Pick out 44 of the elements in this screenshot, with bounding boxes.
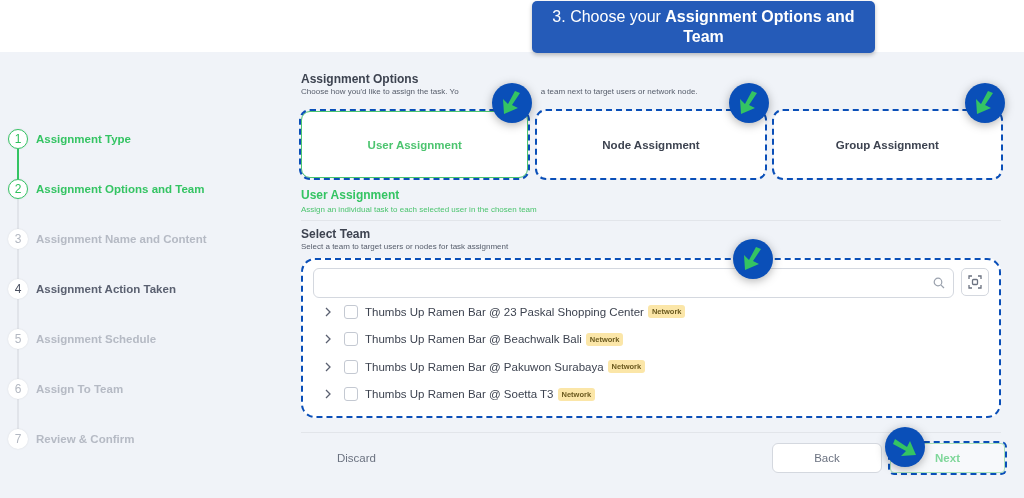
arrow-badge-icon <box>728 83 769 123</box>
section-description: Choose how you'd like to assign the task. Yo <box>301 86 459 97</box>
team-name: Thumbs Up Ramen Bar @ 23 Paskal Shopping Center <box>365 305 644 318</box>
arrow-badge-icon <box>965 83 1005 123</box>
discard-button[interactable]: Discard <box>329 448 384 468</box>
option-card[interactable]: Node Assignment <box>537 111 765 178</box>
checkbox[interactable] <box>344 304 358 319</box>
arrow-badge-icon <box>492 83 533 123</box>
step-label[interactable]: Assignment Action Taken <box>36 283 176 295</box>
scan-icon <box>968 275 982 289</box>
step-number: 2 <box>8 179 28 199</box>
section-title: Select Team <box>301 227 372 241</box>
expand-chevron-icon[interactable] <box>324 334 332 345</box>
option-card[interactable]: User Assignment <box>301 111 529 178</box>
arrow-badge-icon <box>733 239 773 279</box>
section-title: Assignment Options <box>301 72 420 86</box>
checkbox[interactable] <box>344 387 358 402</box>
team-name: Thumbs Up Ramen Bar @ Beachwalk Bali <box>365 333 582 346</box>
search-field[interactable] <box>313 268 954 298</box>
step-number: 1 <box>8 129 28 149</box>
checkbox[interactable] <box>344 359 358 374</box>
scan-button[interactable] <box>961 268 989 296</box>
option-card[interactable]: Group Assignment <box>773 111 1001 178</box>
step-number: 3 <box>8 229 28 249</box>
step-number: 7 <box>8 429 28 449</box>
expand-chevron-icon[interactable] <box>324 361 332 372</box>
step-number: 6 <box>8 379 28 399</box>
expand-chevron-icon[interactable] <box>324 389 332 400</box>
checkbox[interactable] <box>344 332 358 347</box>
section-description: a team next to target users or network node. <box>540 86 698 97</box>
selected-option-title: User Assignment <box>301 188 401 202</box>
step-number: 5 <box>8 329 28 349</box>
team-name: Thumbs Up Ramen Bar @ Pakuwon Surabaya <box>365 360 604 373</box>
selected-option-description: Assign an individual task to each selected user in the chosen team <box>301 204 538 215</box>
arrow-badge-icon <box>885 427 925 467</box>
section-description: Select a team to target users or nodes for task assignment <box>301 241 510 252</box>
instruction-banner: 3. Choose your Assignment Options and Team <box>532 1 875 53</box>
back-button[interactable]: Back <box>772 443 882 473</box>
team-name: Thumbs Up Ramen Bar @ Soetta T3 <box>365 388 554 401</box>
step-label[interactable]: Assignment Type <box>36 133 131 145</box>
search-icon <box>933 277 945 289</box>
step-number: 4 <box>8 279 28 299</box>
step-label[interactable]: Assignment Options and Team <box>36 183 205 195</box>
expand-chevron-icon[interactable] <box>324 306 332 317</box>
